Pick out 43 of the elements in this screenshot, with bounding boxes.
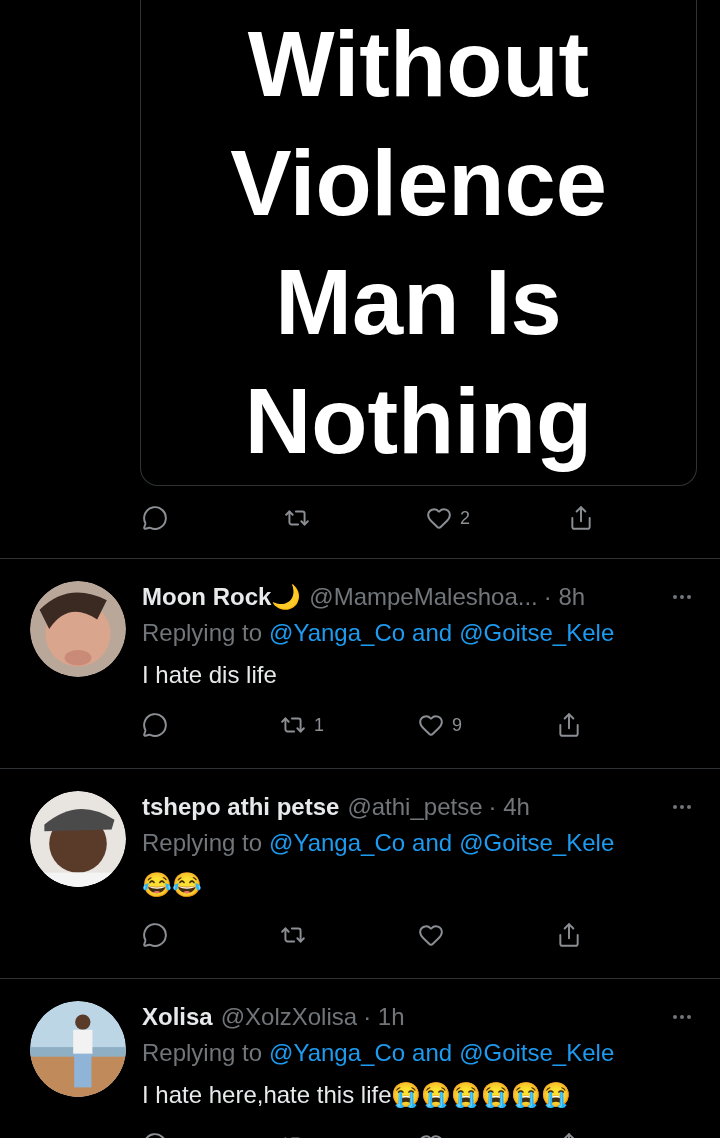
like-button[interactable]: 2: [426, 500, 568, 536]
mention-link[interactable]: @Yanga_Co: [269, 1033, 406, 1073]
share-icon: [556, 922, 582, 948]
post-time: · 1h: [363, 1002, 405, 1032]
retweet-button[interactable]: 1: [280, 707, 418, 743]
action-count: 1: [314, 713, 324, 737]
action-count: 2: [460, 506, 470, 530]
reply-icon: [142, 922, 168, 948]
display-name: tshepo athi petse: [142, 792, 340, 822]
display-name: Xolisa: [142, 1002, 213, 1032]
post-time: · 8h: [543, 582, 586, 612]
mention-link[interactable]: @Goitse_Kele: [459, 1033, 615, 1073]
display-name: Moon Rock🌙: [142, 582, 302, 612]
reply-text: 😂😂: [142, 870, 203, 900]
action-count: 9: [452, 713, 462, 737]
share-icon: [556, 712, 582, 738]
joiner-text: and: [412, 1038, 453, 1068]
reply-text: I hate here,hate this life😭😭😭😭😭😭: [142, 1080, 573, 1110]
user-handle: @MampeMaleshoa...: [309, 582, 538, 612]
mention-link[interactable]: @Goitse_Kele: [459, 613, 615, 653]
reply-icon: [142, 505, 168, 531]
mention-link[interactable]: @Goitse_Kele: [459, 823, 615, 863]
media-text: Man Is: [275, 250, 562, 355]
media-text: Violence: [230, 131, 607, 236]
joiner-text: and: [412, 618, 453, 648]
reply-icon: [142, 712, 168, 738]
replying-label: Replying to: [142, 618, 263, 648]
post-time: · 4h: [488, 792, 530, 822]
replying-label: Replying to: [142, 1038, 263, 1068]
share-icon: [568, 505, 594, 531]
heart-icon: [418, 712, 444, 738]
user-handle: @athi_petse: [347, 792, 483, 822]
replying-label: Replying to: [142, 828, 263, 858]
heart-icon: [418, 922, 444, 948]
media-text: Nothing: [244, 369, 593, 474]
reply-text: I hate dis life: [142, 660, 278, 690]
media-text: Without: [247, 12, 590, 117]
joiner-text: and: [412, 828, 453, 858]
mention-link[interactable]: @Yanga_Co: [269, 823, 406, 863]
user-handle: @XolzXolisa: [220, 1002, 358, 1032]
mention-link[interactable]: @Yanga_Co: [269, 613, 406, 653]
like-button[interactable]: 9: [418, 707, 556, 743]
heart-icon: [426, 505, 452, 531]
